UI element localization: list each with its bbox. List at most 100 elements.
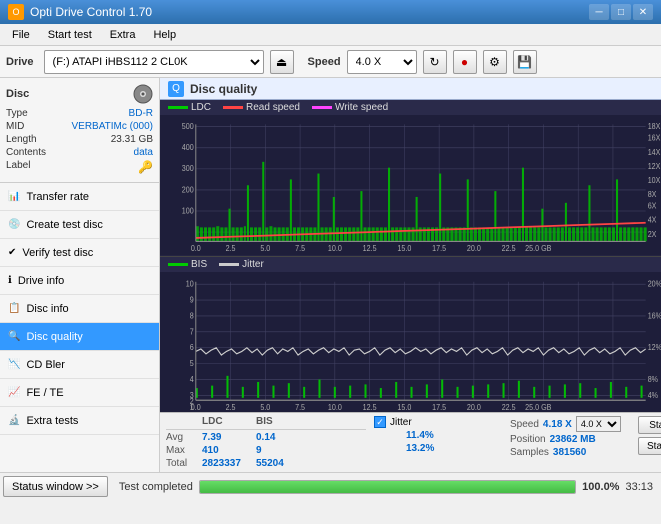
nav-drive-info-label: Drive info: [18, 275, 64, 287]
jitter-label: Jitter: [390, 417, 412, 428]
disc-type-label: Type: [6, 108, 28, 119]
status-window-button[interactable]: Status window >>: [3, 476, 108, 497]
chart-title: Disc quality: [190, 82, 257, 96]
svg-text:17.5: 17.5: [432, 402, 446, 412]
menu-file[interactable]: File: [4, 27, 38, 43]
svg-text:25.0 GB: 25.0 GB: [525, 243, 551, 253]
svg-text:10.0: 10.0: [328, 243, 342, 253]
nav-disc-info[interactable]: 📋 Disc info: [0, 295, 159, 323]
svg-text:7.5: 7.5: [295, 243, 305, 253]
action-buttons: Start full Start part: [638, 416, 661, 469]
cd-bler-icon: 📉: [8, 359, 20, 370]
total-ldc-value: 2823337: [202, 458, 252, 469]
disc-type-value: BD-R: [129, 108, 153, 119]
svg-text:2.5: 2.5: [226, 243, 236, 253]
stats-headers: LDC BIS: [166, 416, 366, 430]
max-ldc-value: 410: [202, 445, 252, 456]
save-button[interactable]: 💾: [513, 50, 537, 74]
svg-text:7.5: 7.5: [295, 402, 305, 412]
speed-row: Speed 4.18 X 4.0 X: [510, 416, 630, 432]
speed-stat-value: 4.18 X: [543, 419, 572, 430]
svg-text:20%: 20%: [648, 279, 661, 289]
nav-drive-info[interactable]: ℹ Drive info: [0, 267, 159, 295]
svg-text:4X: 4X: [648, 215, 657, 225]
nav-fe-te[interactable]: 📈 FE / TE: [0, 379, 159, 407]
results-area: LDC BIS Avg 7.39 0.14 Max 410 9 Total 28…: [160, 412, 661, 472]
samples-value: 381560: [553, 447, 586, 458]
verify-disc-icon: ✔: [8, 247, 16, 258]
start-full-button[interactable]: Start full: [638, 416, 661, 434]
nav-extra-tests[interactable]: 🔬 Extra tests: [0, 407, 159, 435]
chart-area: Q Disc quality LDC Read speed: [160, 78, 661, 472]
stats-empty-header: [166, 416, 198, 427]
drive-select[interactable]: (F:) ATAPI iHBS112 2 CL0K: [44, 50, 264, 74]
svg-text:25.0 GB: 25.0 GB: [525, 402, 551, 412]
svg-text:22.5: 22.5: [502, 243, 516, 253]
disc-length-value: 23.31 GB: [111, 134, 153, 145]
max-label: Max: [166, 445, 198, 456]
top-chart-svg: 500 400 300 200 100 18X 16X 14X 12X 10X …: [160, 115, 661, 256]
nav-verify-test-disc[interactable]: ✔ Verify test disc: [0, 239, 159, 267]
status-bar: Status window >> Test completed 100.0% 3…: [0, 472, 661, 500]
menu-start-test[interactable]: Start test: [40, 27, 100, 43]
title-bar-left: O Opti Drive Control 1.70: [8, 4, 152, 20]
disc-mid-label: MID: [6, 121, 24, 132]
title-bar: O Opti Drive Control 1.70 ─ □ ✕: [0, 0, 661, 24]
app-icon: O: [8, 4, 24, 20]
avg-bis-value: 0.14: [256, 432, 306, 443]
refresh-button[interactable]: ↻: [423, 50, 447, 74]
svg-text:0.0: 0.0: [191, 402, 201, 412]
svg-text:4%: 4%: [648, 390, 658, 400]
eject-button[interactable]: ⏏: [270, 50, 294, 74]
disc-button[interactable]: ●: [453, 50, 477, 74]
settings-button[interactable]: ⚙: [483, 50, 507, 74]
bis-color: [168, 263, 188, 266]
legend-bottom: BIS Jitter: [160, 257, 661, 272]
svg-text:17.5: 17.5: [432, 243, 446, 253]
nav-disc-quality[interactable]: 🔍 Disc quality: [0, 323, 159, 351]
svg-text:2.5: 2.5: [226, 402, 236, 412]
svg-text:12%: 12%: [648, 342, 661, 352]
nav-create-test-disc[interactable]: 💿 Create test disc: [0, 211, 159, 239]
legend-jitter-label: Jitter: [242, 259, 264, 270]
sidebar: Disc Type BD-R MID VERBATIMc (000) Lengt…: [0, 78, 160, 472]
disc-length-label: Length: [6, 134, 37, 145]
nav-transfer-rate[interactable]: 📊 Transfer rate: [0, 183, 159, 211]
charts-container: LDC Read speed Write speed: [160, 100, 661, 412]
nav-disc-info-label: Disc info: [26, 303, 68, 315]
disc-contents-label: Contents: [6, 147, 46, 158]
svg-text:20.0: 20.0: [467, 402, 481, 412]
menu-bar: File Start test Extra Help: [0, 24, 661, 46]
menu-extra[interactable]: Extra: [102, 27, 144, 43]
progress-percent: 100.0%: [582, 481, 619, 493]
speed-stat-select[interactable]: 4.0 X: [576, 416, 621, 432]
maximize-button[interactable]: □: [611, 4, 631, 20]
total-label: Total: [166, 458, 198, 469]
stats-columns: LDC BIS Avg 7.39 0.14 Max 410 9 Total 28…: [166, 416, 366, 469]
svg-text:20.0: 20.0: [467, 243, 481, 253]
disc-label-icon[interactable]: 🔑: [138, 160, 153, 174]
position-value: 23862 MB: [550, 434, 596, 445]
legend-read-label: Read speed: [246, 102, 300, 113]
chart-header-icon: Q: [168, 81, 184, 97]
disc-label-label: Label: [6, 160, 30, 174]
start-part-button[interactable]: Start part: [638, 437, 661, 455]
disc-info-panel: Disc Type BD-R MID VERBATIMc (000) Lengt…: [0, 78, 159, 183]
minimize-button[interactable]: ─: [589, 4, 609, 20]
svg-text:500: 500: [182, 122, 194, 132]
close-button[interactable]: ✕: [633, 4, 653, 20]
nav-verify-disc-label: Verify test disc: [22, 247, 93, 259]
ldc-color: [168, 106, 188, 109]
nav-cd-bler[interactable]: 📉 CD Bler: [0, 351, 159, 379]
svg-text:14X: 14X: [648, 147, 661, 157]
avg-label: Avg: [166, 432, 198, 443]
svg-text:5.0: 5.0: [260, 243, 270, 253]
nav-fe-te-label: FE / TE: [26, 387, 63, 399]
samples-label: Samples: [510, 447, 549, 458]
jitter-checkbox[interactable]: ✓: [374, 416, 386, 428]
jitter-max-value: 13.2%: [406, 443, 434, 454]
speed-select[interactable]: 4.0 X: [347, 50, 417, 74]
menu-help[interactable]: Help: [145, 27, 184, 43]
jitter-stats: ✓ Jitter 11.4% 13.2%: [374, 416, 494, 469]
avg-ldc-value: 7.39: [202, 432, 252, 443]
